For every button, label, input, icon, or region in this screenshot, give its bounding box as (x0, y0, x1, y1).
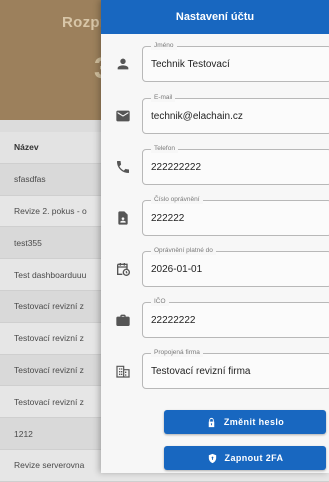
linked-company-field[interactable]: Propojená firma Testovací revizní firma (142, 349, 329, 389)
change-password-label: Změnit heslo (223, 417, 285, 427)
enable-2fa-label: Zapnout 2FA (224, 453, 284, 463)
name-field-row: Jméno Technik Testovací (101, 42, 329, 86)
name-field[interactable]: Jméno Technik Testovací (142, 42, 329, 82)
license-valid-until-field-value: 2026-01-01 (151, 264, 203, 275)
person-icon (115, 56, 131, 72)
name-field-value: Technik Testovací (151, 59, 230, 70)
license-number-field[interactable]: Číslo oprávnění 222222 (142, 196, 329, 236)
company-id-field-value: 22222222 (151, 315, 196, 326)
account-settings-drawer: Nastavení účtu Jméno Technik Testovací E… (101, 0, 329, 473)
phone-field[interactable]: Telefon 222222222 (142, 145, 329, 185)
calendar-clock-icon (115, 261, 131, 277)
license-number-field-row: Číslo oprávnění 222222 (101, 196, 329, 240)
linked-company-field-value: Testovací revizní firma (151, 366, 251, 377)
key-icon (208, 417, 215, 427)
phone-icon (115, 159, 131, 175)
enable-2fa-button[interactable]: Zapnout 2FA (164, 446, 326, 470)
drawer-title: Nastavení účtu (175, 11, 255, 23)
drawer-header: Nastavení účtu (101, 0, 329, 34)
license-valid-until-field-row: Oprávnění platné do 2026-01-01 (101, 247, 329, 291)
company-id-field-row: IČO 22222222 (101, 298, 329, 342)
change-password-button[interactable]: Změnit heslo (164, 410, 326, 434)
license-valid-until-field[interactable]: Oprávnění platné do 2026-01-01 (142, 247, 329, 287)
company-id-field[interactable]: IČO 22222222 (142, 298, 329, 338)
email-field-value: technik@elachain.cz (151, 111, 243, 122)
phone-field-row: Telefon 222222222 (101, 145, 329, 189)
linked-company-field-row: Propojená firma Testovací revizní firma (101, 349, 329, 393)
phone-field-value: 222222222 (151, 162, 202, 173)
badge-icon (115, 210, 131, 226)
email-field[interactable]: E-mail technik@elachain.cz (142, 94, 329, 134)
building-icon (115, 363, 131, 379)
license-number-field-value: 222222 (151, 213, 185, 224)
briefcase-icon (115, 312, 131, 328)
email-icon (115, 108, 131, 124)
email-field-row: E-mail technik@elachain.cz (101, 94, 329, 138)
shield-icon (208, 453, 216, 463)
